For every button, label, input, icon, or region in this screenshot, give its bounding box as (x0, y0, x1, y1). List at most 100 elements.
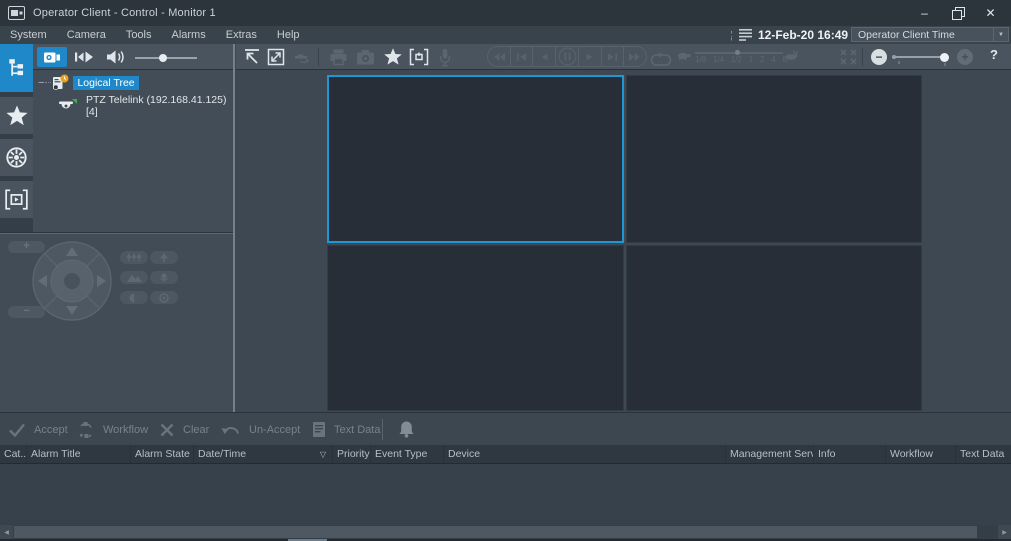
col-category[interactable]: Cat.. (0, 445, 27, 463)
turtle-slow-icon (677, 51, 691, 60)
toolbar-separator (862, 48, 863, 66)
col-info[interactable]: Info (814, 445, 886, 463)
col-event-type[interactable]: Event Type (371, 445, 444, 463)
skip-start-button[interactable] (510, 47, 533, 66)
snapshot-camera-icon[interactable] (354, 47, 376, 67)
unaccept-label: Un-Accept (249, 424, 300, 436)
ptz-focus-near-button[interactable] (150, 251, 178, 264)
live-camera-icon (43, 51, 61, 64)
col-device[interactable]: Device (444, 445, 726, 463)
scroll-left-arrow[interactable]: ◀ (0, 525, 13, 539)
clear-alarm-button[interactable]: Clear (159, 413, 209, 446)
col-label: Device (448, 448, 480, 460)
mountain-icon (127, 273, 142, 282)
bell-icon[interactable] (398, 420, 415, 438)
alarm-toolbar-separator (382, 419, 383, 440)
col-label: Alarm Title (31, 448, 81, 460)
tab-favorites[interactable] (0, 97, 33, 134)
sort-descending-icon[interactable]: ▽ (320, 450, 326, 459)
print-icon[interactable] (327, 47, 349, 67)
image-pane-area (236, 70, 1011, 412)
image-pane-2[interactable] (626, 75, 922, 243)
instant-playback-icon[interactable] (73, 48, 95, 66)
tree-icon (159, 253, 169, 262)
image-pane-play-icon (5, 189, 28, 210)
ptz-mountain-button[interactable] (120, 271, 148, 284)
tree-device-row[interactable]: PTZ Telelink (192.168.41.125) [4] (58, 93, 233, 119)
ptz-focus-far-button[interactable] (120, 251, 148, 264)
step-back-button[interactable] (532, 47, 555, 66)
menu-system[interactable]: System (0, 26, 57, 44)
image-pane-1-selected[interactable] (327, 75, 624, 243)
volume-slider-thumb[interactable] (159, 54, 167, 62)
rewind-button[interactable] (488, 47, 510, 66)
menu-help[interactable]: Help (267, 26, 310, 44)
scrollbar-thumb[interactable] (14, 526, 977, 538)
tree-root-label[interactable]: Logical Tree (73, 76, 138, 90)
col-alarm-title[interactable]: Alarm Title (27, 445, 131, 463)
ptz-iris-open-button[interactable] (150, 291, 178, 304)
iris-close-icon (129, 293, 139, 303)
tab-logical-tree[interactable] (0, 44, 33, 92)
skip-end-button[interactable] (601, 47, 624, 66)
image-pane-3[interactable] (327, 245, 624, 411)
step-forward-button[interactable] (578, 47, 601, 66)
ptz-joystick[interactable] (30, 239, 114, 323)
unaccept-alarm-button[interactable]: Un-Accept (221, 413, 300, 446)
speed-tick: 1/2 (731, 55, 742, 64)
restore-button[interactable] (941, 0, 974, 26)
tab-image-panes[interactable] (0, 181, 33, 218)
fewer-panes-button[interactable]: − (871, 49, 887, 65)
svg-text:CPU: CPU (731, 30, 734, 41)
help-button[interactable]: ? (990, 47, 998, 62)
cpu-meter-icon: CPU (731, 28, 753, 42)
time-mode-select[interactable]: Operator Client Time ▼ (851, 27, 1009, 42)
restore-layout-button[interactable] (241, 47, 263, 67)
text-data-button[interactable]: Text Data (312, 413, 380, 446)
speed-tick: 1/4 (713, 55, 724, 64)
tab-bookmarks[interactable] (0, 139, 33, 176)
microphone-icon[interactable] (434, 47, 456, 67)
pane-slider-thumb[interactable] (940, 53, 949, 62)
tree-device-label[interactable]: PTZ Telelink (192.168.41.125) [4] (84, 93, 233, 119)
col-workflow[interactable]: Workflow (886, 445, 956, 463)
workflow-icon (77, 421, 95, 439)
pause-button[interactable] (555, 47, 578, 66)
col-management-server[interactable]: Management Server (726, 445, 814, 463)
close-button[interactable]: ✕ (974, 0, 1007, 26)
menu-tools[interactable]: Tools (116, 26, 162, 44)
col-text-data[interactable]: Text Data (956, 445, 1011, 463)
horizontal-scrollbar: ◀ ▶ (0, 525, 1011, 539)
close-all-panes-icon[interactable] (837, 47, 859, 67)
collapse-expander-icon[interactable]: − (38, 78, 44, 88)
image-pane-4[interactable] (626, 245, 922, 411)
logical-tree-panel: − Logical Tree PTZ Telelink (192.168.41.… (33, 70, 233, 232)
live-mode-button[interactable] (37, 47, 67, 67)
panel-splitter[interactable] (233, 44, 235, 412)
menu-extras[interactable]: Extras (216, 26, 267, 44)
menu-alarms[interactable]: Alarms (162, 26, 216, 44)
toolbar-separator (318, 48, 319, 66)
maximize-pane-button[interactable] (265, 47, 287, 67)
alarm-sequence-icon[interactable] (290, 47, 312, 67)
menu-camera[interactable]: Camera (57, 26, 116, 44)
col-alarm-state[interactable]: Alarm State (131, 445, 194, 463)
minimize-button[interactable]: – (908, 0, 941, 26)
col-datetime[interactable]: Date/Time ▽ (194, 445, 333, 463)
logical-tree-node-icon (52, 74, 69, 91)
favorites-star-button[interactable] (382, 47, 404, 67)
col-label: Date/Time (198, 448, 246, 460)
workflow-button[interactable]: Workflow (77, 413, 148, 446)
loop-playback-icon[interactable] (650, 49, 672, 69)
add-bookmark-button[interactable] (408, 47, 430, 67)
accept-alarm-button[interactable]: Accept (8, 413, 68, 446)
ptz-iris-close-button[interactable] (120, 291, 148, 304)
ptz-flower-button[interactable] (150, 271, 178, 284)
speaker-icon[interactable] (105, 47, 127, 67)
more-panes-button[interactable]: + (957, 49, 973, 65)
fast-forward-button[interactable] (623, 47, 646, 66)
col-priority[interactable]: Priority (333, 445, 371, 463)
datetime-display: 12-Feb-20 16:49 (758, 26, 848, 44)
scroll-right-arrow[interactable]: ▶ (998, 525, 1011, 539)
tree-root-row[interactable]: − Logical Tree (38, 74, 139, 91)
